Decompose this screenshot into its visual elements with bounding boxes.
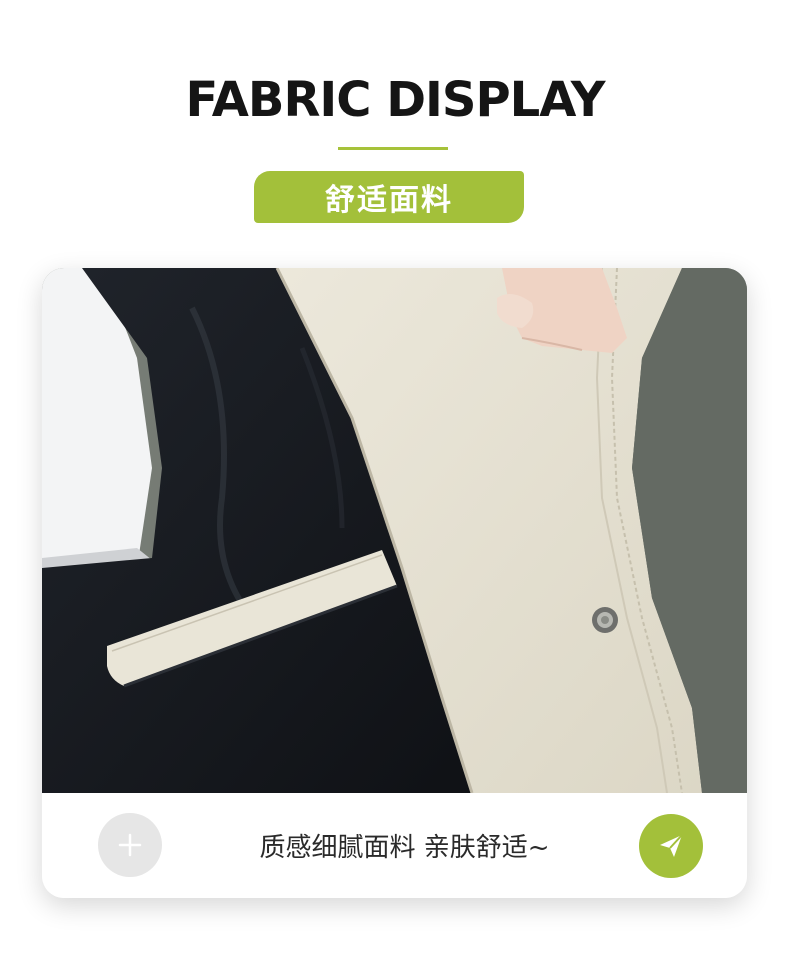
add-button[interactable]: [98, 813, 162, 877]
plus-icon: [118, 833, 142, 857]
send-icon: [660, 834, 683, 857]
card-footer: 质感细腻面料 亲肤舒适~: [42, 793, 747, 898]
jacket-lining-illustration: [42, 268, 747, 793]
page-title: FABRIC DISPLAY: [185, 72, 605, 128]
caption-text: 质感细腻面料 亲肤舒适~: [259, 833, 550, 863]
product-card: 质感细腻面料 亲肤舒适~: [42, 268, 747, 898]
title-underline: [338, 147, 448, 150]
product-photo: [42, 268, 747, 793]
send-button[interactable]: [639, 814, 703, 878]
fabric-tag: 舒适面料: [254, 171, 524, 223]
